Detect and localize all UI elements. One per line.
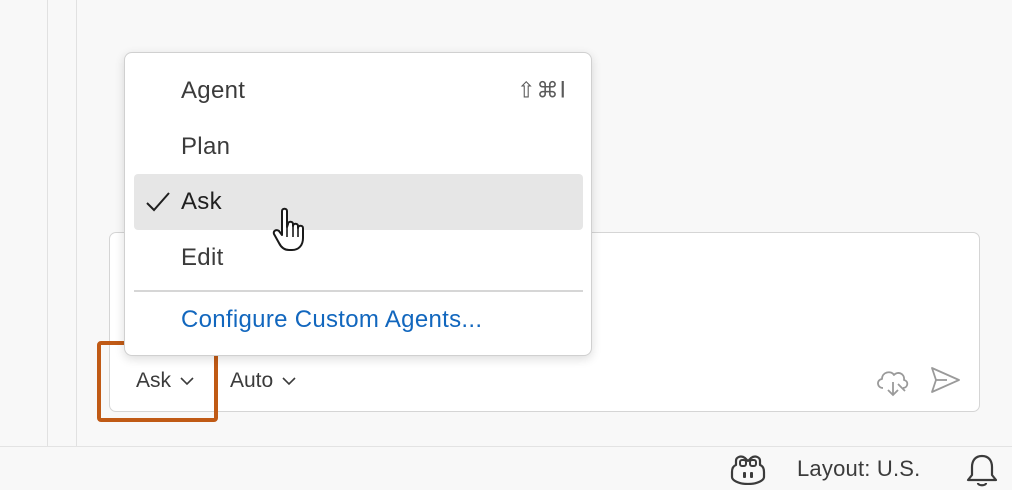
model-picker-button[interactable]: Auto: [222, 364, 305, 398]
model-picker-label: Auto: [230, 369, 274, 392]
menu-item-ask[interactable]: Ask: [134, 174, 583, 230]
mode-dropdown-menu: Agent ⇧⌘I Plan Ask Edit Configure Custom…: [124, 52, 592, 356]
check-icon: [146, 192, 170, 212]
menu-item-plan[interactable]: Plan: [134, 119, 583, 175]
copilot-icon[interactable]: [728, 453, 768, 485]
keyboard-layout-status[interactable]: Layout: U.S.: [797, 456, 920, 482]
menu-item-label: Plan: [181, 133, 231, 160]
cloud-sync-icon[interactable]: [873, 362, 913, 398]
chevron-down-icon: [282, 377, 296, 386]
panel-border-line: [76, 0, 77, 446]
bell-icon[interactable]: [962, 451, 1002, 489]
hand-pointer-icon: [272, 207, 304, 251]
editor-gutter-line: [47, 0, 48, 446]
menu-separator: [134, 290, 583, 292]
menu-item-label: Agent: [181, 77, 246, 104]
menu-item-shortcut: ⇧⌘I: [517, 78, 567, 104]
send-icon[interactable]: [925, 362, 965, 398]
menu-item-agent[interactable]: Agent ⇧⌘I: [134, 63, 583, 119]
menu-item-label: Ask: [181, 188, 222, 215]
menu-item-edit[interactable]: Edit: [134, 230, 583, 286]
menu-item-label: Edit: [181, 244, 224, 271]
configure-custom-agents-link[interactable]: Configure Custom Agents...: [181, 306, 482, 334]
